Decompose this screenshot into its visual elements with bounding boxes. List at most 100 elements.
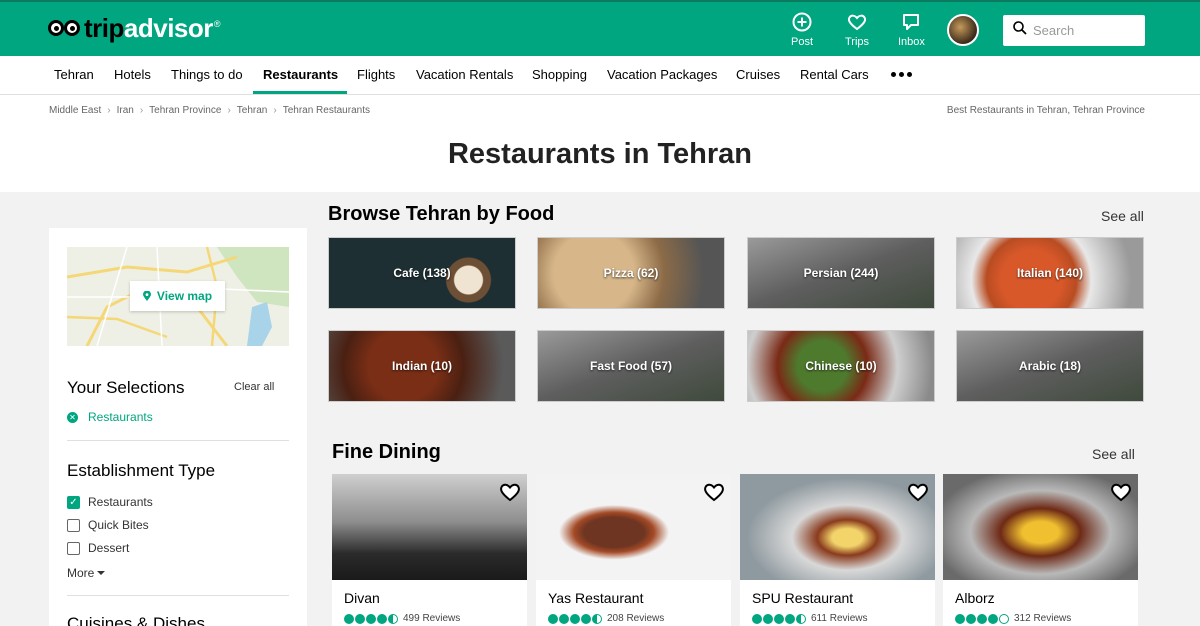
checkbox-label: Dessert bbox=[88, 541, 130, 555]
more-toggle[interactable]: More bbox=[67, 566, 106, 580]
rating-row: 611 Reviews bbox=[752, 613, 868, 624]
browse-by-food-heading: Browse Tehran by Food bbox=[328, 203, 555, 225]
review-count[interactable]: 499 Reviews bbox=[403, 613, 460, 624]
checkbox-checked-icon[interactable]: ✓ bbox=[67, 495, 80, 509]
inbox-label: Inbox bbox=[898, 36, 925, 48]
food-tile-persian[interactable]: Persian (244) bbox=[747, 237, 935, 309]
breadcrumb-item[interactable]: Iran bbox=[117, 105, 134, 116]
breadcrumb-item[interactable]: Middle East bbox=[49, 105, 101, 116]
restaurant-card-spu[interactable]: SPU Restaurant 611 Reviews bbox=[740, 474, 935, 626]
checkbox-label: Restaurants bbox=[88, 495, 153, 509]
restaurant-name[interactable]: SPU Restaurant bbox=[752, 590, 853, 606]
view-map-button[interactable]: View map bbox=[130, 281, 225, 311]
selected-filter-label: Restaurants bbox=[88, 410, 153, 424]
restaurant-photo[interactable] bbox=[740, 474, 935, 580]
inbox-button[interactable]: Inbox bbox=[898, 12, 925, 48]
search-box[interactable] bbox=[1003, 15, 1145, 46]
map-pin-icon bbox=[142, 291, 151, 301]
divider bbox=[67, 595, 289, 596]
rating-row: 208 Reviews bbox=[548, 613, 664, 624]
see-all-food-link[interactable]: See all bbox=[1101, 208, 1144, 224]
breadcrumb-item[interactable]: Tehran bbox=[237, 105, 268, 116]
restaurant-name[interactable]: Yas Restaurant bbox=[548, 590, 643, 606]
map-thumbnail[interactable]: View map bbox=[67, 247, 289, 346]
restaurant-name[interactable]: Divan bbox=[344, 590, 380, 606]
checkbox-unchecked-icon[interactable] bbox=[67, 518, 80, 532]
your-selections-heading: Your Selections bbox=[67, 378, 185, 397]
restaurant-photo[interactable] bbox=[536, 474, 731, 580]
restaurant-photo[interactable] bbox=[943, 474, 1138, 580]
review-count[interactable]: 208 Reviews bbox=[607, 613, 664, 624]
page-title: Restaurants in Tehran bbox=[447, 138, 753, 170]
save-heart-icon[interactable] bbox=[907, 482, 929, 502]
best-restaurants-link[interactable]: Best Restaurants in Tehran, Tehran Provi… bbox=[947, 105, 1145, 116]
see-all-fine-dining-link[interactable]: See all bbox=[1092, 446, 1135, 462]
nav-item-cruises[interactable]: Cruises bbox=[736, 67, 780, 82]
title-area: Middle East › Iran › Tehran Province › Tehr… bbox=[0, 95, 1200, 192]
checkbox-unchecked-icon[interactable] bbox=[67, 541, 80, 555]
rating-row: 499 Reviews bbox=[344, 613, 460, 624]
checkbox-dessert[interactable]: Dessert bbox=[67, 541, 129, 555]
food-tile-arabic[interactable]: Arabic (18) bbox=[956, 330, 1144, 402]
chat-icon bbox=[900, 12, 922, 32]
tripadvisor-logo[interactable]: tripadvisor ® bbox=[48, 13, 221, 44]
rating-bubble-icon bbox=[999, 613, 1009, 624]
review-count[interactable]: 611 Reviews bbox=[811, 613, 868, 624]
search-icon bbox=[1013, 21, 1027, 40]
nav-item-vacation-packages[interactable]: Vacation Packages bbox=[607, 67, 717, 82]
review-count[interactable]: 312 Reviews bbox=[1014, 613, 1071, 624]
save-heart-icon[interactable] bbox=[1110, 482, 1132, 502]
nav-item-hotels[interactable]: Hotels bbox=[114, 67, 151, 82]
food-tile-label: Indian (10) bbox=[391, 359, 452, 373]
nav-item-restaurants[interactable]: Restaurants bbox=[263, 67, 338, 82]
food-tile-italian[interactable]: Italian (140) bbox=[956, 237, 1144, 309]
save-heart-icon[interactable] bbox=[499, 482, 521, 502]
checkbox-quick-bites[interactable]: Quick Bites bbox=[67, 518, 149, 532]
food-tile-fast-food[interactable]: Fast Food (57) bbox=[537, 330, 725, 402]
food-tile-chinese[interactable]: Chinese (10) bbox=[747, 330, 935, 402]
rating-bubble-icon bbox=[388, 613, 398, 624]
food-tile-label: Arabic (18) bbox=[1018, 359, 1082, 373]
remove-filter-icon[interactable]: ✕ bbox=[67, 411, 78, 423]
chevron-right-icon: › bbox=[227, 105, 231, 116]
rating-bubble-icon bbox=[752, 613, 762, 624]
checkbox-restaurants[interactable]: ✓ Restaurants bbox=[67, 495, 153, 509]
rating-row: 312 Reviews bbox=[955, 613, 1071, 624]
food-tile-label: Cafe (138) bbox=[393, 266, 451, 280]
restaurant-card-yas[interactable]: Yas Restaurant 208 Reviews bbox=[536, 474, 731, 626]
nav-item-rental-cars[interactable]: Rental Cars bbox=[800, 67, 869, 82]
chevron-right-icon: › bbox=[273, 105, 277, 116]
caret-down-icon bbox=[97, 571, 106, 575]
food-tile-label: Fast Food (57) bbox=[589, 359, 672, 373]
rating-bubble-icon bbox=[988, 613, 998, 624]
nav-item-vacation-rentals[interactable]: Vacation Rentals bbox=[416, 67, 513, 82]
nav-item-tehran[interactable]: Tehran bbox=[54, 67, 94, 82]
nav-item-things-to-do[interactable]: Things to do bbox=[171, 67, 243, 82]
breadcrumb-item[interactable]: Tehran Province bbox=[149, 105, 221, 116]
food-tile-cafe[interactable]: Cafe (138) bbox=[328, 237, 516, 309]
rating-bubble-icon bbox=[366, 613, 376, 624]
filter-sidebar: View map Your Selections Clear all ✕ Res… bbox=[49, 228, 307, 626]
logo-prefix: trip bbox=[84, 13, 124, 43]
avatar[interactable] bbox=[947, 14, 979, 46]
restaurant-name[interactable]: Alborz bbox=[955, 590, 995, 606]
food-tile-indian[interactable]: Indian (10) bbox=[328, 330, 516, 402]
food-tile-pizza[interactable]: Pizza (62) bbox=[537, 237, 725, 309]
save-heart-icon[interactable] bbox=[703, 482, 725, 502]
trips-button[interactable]: Trips bbox=[845, 12, 869, 48]
more-dots-icon[interactable] bbox=[891, 72, 912, 77]
post-label: Post bbox=[791, 36, 814, 48]
view-map-label: View map bbox=[156, 289, 213, 303]
restaurant-card-divan[interactable]: Divan 499 Reviews bbox=[332, 474, 527, 626]
nav-item-shopping[interactable]: Shopping bbox=[532, 67, 587, 82]
selected-filter-restaurants[interactable]: ✕ Restaurants bbox=[67, 410, 153, 424]
post-button[interactable]: Post bbox=[791, 12, 813, 48]
clear-all-link[interactable]: Clear all bbox=[234, 381, 274, 393]
nav-item-flights[interactable]: Flights bbox=[357, 67, 395, 82]
food-tile-label: Chinese (10) bbox=[805, 359, 877, 373]
rating-bubble-icon bbox=[966, 613, 976, 624]
restaurant-photo[interactable] bbox=[332, 474, 527, 580]
search-input[interactable] bbox=[1033, 23, 1133, 38]
divider bbox=[67, 440, 289, 441]
restaurant-card-alborz[interactable]: Alborz 312 Reviews bbox=[943, 474, 1138, 626]
